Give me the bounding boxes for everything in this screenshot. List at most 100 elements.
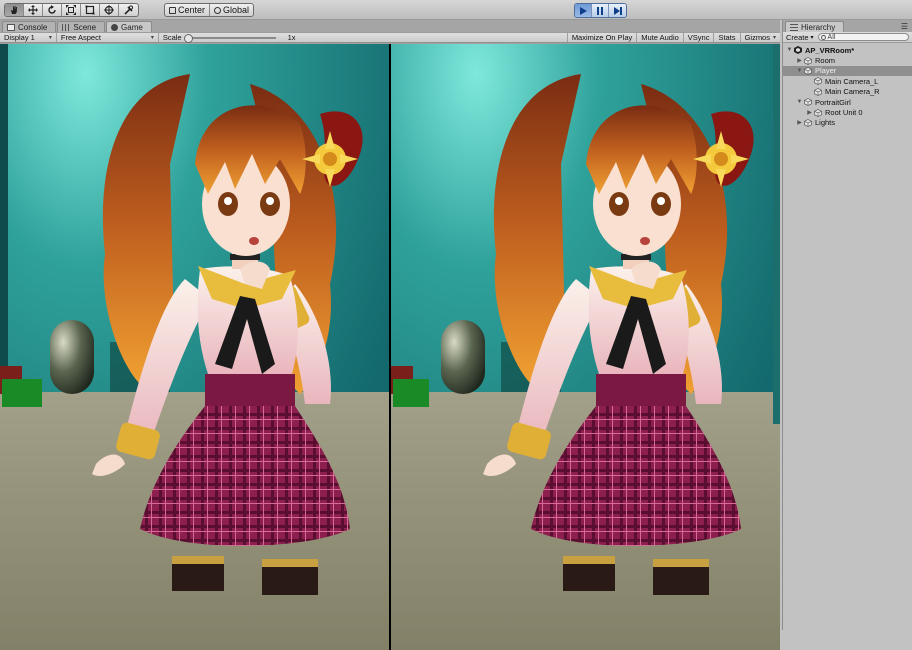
game-icon <box>111 23 119 31</box>
hierarchy-item-label: Main Camera_L <box>825 76 879 86</box>
gameobject-cube-icon <box>814 77 822 86</box>
game-view-toolbar: Display 1 ▾ Free Aspect ▾ Scale 1x Maximize… <box>0 32 780 43</box>
dropdown-arrow-icon: ▾ <box>150 35 154 41</box>
transform-tool-button[interactable] <box>100 4 119 16</box>
rotate-tool-button[interactable] <box>43 4 62 16</box>
hierarchy-item-label: Lights <box>815 118 836 128</box>
stats-toggle[interactable]: Stats <box>714 33 741 42</box>
left-eye-view <box>0 44 389 650</box>
expand-arrow-closed-icon[interactable]: ▶ <box>805 109 814 116</box>
hierarchy-toolbar: Create ▾ All <box>783 32 912 43</box>
hierarchy-item[interactable]: ▶ Root Unit 0 <box>783 107 912 117</box>
rotate-icon <box>48 5 56 14</box>
tab-game[interactable]: Game <box>106 21 152 32</box>
left-eye-render <box>0 44 389 650</box>
scale-value: 1x <box>287 33 296 42</box>
gameobject-cube-icon <box>814 87 822 96</box>
pivot-label: Center <box>178 5 206 15</box>
dropdown-arrow-icon: ▾ <box>772 35 776 41</box>
hierarchy-item[interactable]: ▶ Room <box>783 55 912 65</box>
hierarchy-item-label: Player <box>815 66 837 76</box>
transform-icon <box>104 5 114 15</box>
dropdown-arrow-icon: ▾ <box>48 35 52 41</box>
search-icon <box>820 34 826 40</box>
pause-button[interactable] <box>592 4 609 17</box>
scale-tool-button[interactable] <box>62 4 81 16</box>
console-icon <box>7 23 15 31</box>
gameobject-cube-icon <box>804 119 812 127</box>
aspect-dropdown[interactable]: Free Aspect ▾ <box>57 33 159 42</box>
panel-tabs: Console Scene Game <box>0 20 780 32</box>
tab-game-label: Game <box>121 22 143 32</box>
hierarchy-item-label: Main Camera_R <box>825 87 880 97</box>
center-icon <box>169 6 176 14</box>
tab-hierarchy[interactable]: Hierarchy <box>785 21 845 32</box>
aspect-label: Free Aspect <box>60 33 101 42</box>
hand-icon <box>11 6 17 14</box>
play-button[interactable] <box>575 4 592 17</box>
rect-transform-icon <box>85 5 95 15</box>
hierarchy-item[interactable]: ▶ Lights <box>783 118 912 128</box>
display-dropdown[interactable]: Display 1 ▾ <box>0 33 57 42</box>
game-panel: Console Scene Game Display 1 ▾ Free Aspec… <box>0 20 780 650</box>
expand-arrow-closed-icon[interactable]: ▶ <box>795 119 804 126</box>
hierarchy-search-input[interactable]: All <box>817 33 909 41</box>
maximize-on-play-toggle[interactable]: Maximize On Play <box>568 33 638 42</box>
move-arrows-icon <box>28 5 38 15</box>
expand-arrow-open-icon[interactable]: ▼ <box>795 68 804 74</box>
custom-tool-button[interactable] <box>119 4 138 16</box>
main-toolbar: Center Global <box>0 0 912 20</box>
search-placeholder: All <box>827 33 836 41</box>
hierarchy-scene-row[interactable]: ▼ AP_VRRoom* <box>783 45 912 55</box>
hierarchy-item-label: Room <box>815 56 836 66</box>
gameobject-cube-icon <box>814 108 822 117</box>
gameobject-cube-icon <box>804 56 812 65</box>
tab-console[interactable]: Console <box>2 21 57 32</box>
tab-scene[interactable]: Scene <box>57 21 106 32</box>
pivot-toggle-group: Center Global <box>164 3 255 17</box>
space-label: Global <box>223 5 250 15</box>
hierarchy-item[interactable]: ▼ Player <box>783 65 912 77</box>
dropdown-arrow-icon: ▾ <box>810 34 814 41</box>
hand-tool-button[interactable] <box>5 4 24 16</box>
transform-tools <box>4 3 139 17</box>
hierarchy-item[interactable]: Main Camera_L <box>783 76 912 86</box>
gameobject-cube-icon <box>804 67 812 75</box>
display-label: Display 1 <box>4 33 35 42</box>
unity-scene-icon <box>794 46 802 55</box>
expand-arrow-open-icon[interactable]: ▼ <box>795 99 804 105</box>
tab-console-label: Console <box>18 22 48 32</box>
tools-icon <box>123 5 133 15</box>
playback-controls <box>574 3 627 18</box>
hierarchy-icon <box>790 23 798 31</box>
scale-label: Scale <box>162 33 182 42</box>
pivot-global-button[interactable]: Global <box>210 4 253 16</box>
panel-menu-icon[interactable]: ☰ <box>901 22 908 31</box>
vsync-toggle[interactable]: VSync <box>684 33 715 42</box>
rect-tool-button[interactable] <box>81 4 100 16</box>
scale-slider[interactable] <box>183 33 276 43</box>
create-dropdown[interactable]: Create ▾ <box>786 33 814 42</box>
scale-icon <box>66 5 76 15</box>
gizmos-label: Gizmos <box>744 33 770 42</box>
scale-control: Scale 1x <box>159 33 568 43</box>
expand-arrow-open-icon[interactable]: ▼ <box>785 47 794 53</box>
hierarchy-tab-bar: Hierarchy ☰ <box>783 20 912 32</box>
hierarchy-tree: ▼ AP_VRRoom* ▶ Room ▼ Player Main Camera_L Main… <box>783 43 912 128</box>
hierarchy-item[interactable]: ▼ PortraitGirl <box>783 97 912 107</box>
move-tool-button[interactable] <box>24 4 43 16</box>
scene-icon <box>62 23 71 31</box>
globe-icon <box>214 6 222 14</box>
expand-arrow-closed-icon[interactable]: ▶ <box>795 57 804 64</box>
mute-audio-toggle[interactable]: Mute Audio <box>637 33 684 42</box>
create-label: Create <box>786 32 809 42</box>
hierarchy-tab-label: Hierarchy <box>801 22 836 32</box>
game-viewport[interactable] <box>0 44 780 650</box>
hierarchy-item-label: PortraitGirl <box>815 97 851 107</box>
gizmos-dropdown[interactable]: Gizmos ▾ <box>741 33 780 42</box>
pivot-center-button[interactable]: Center <box>165 4 211 16</box>
gameobject-cube-icon <box>804 98 812 107</box>
step-button[interactable] <box>609 4 626 17</box>
pause-icon <box>597 6 603 15</box>
hierarchy-item[interactable]: Main Camera_R <box>783 87 912 97</box>
